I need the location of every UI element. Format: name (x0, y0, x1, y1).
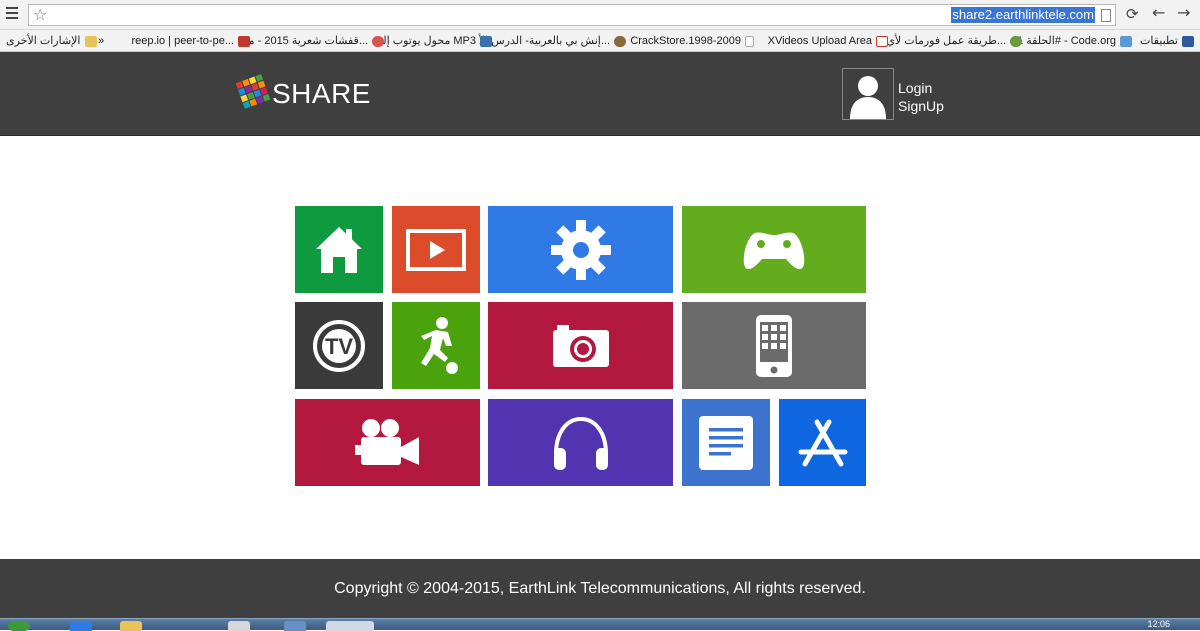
bookmark-icon (614, 35, 626, 47)
tile-documents[interactable] (682, 399, 770, 486)
soccer-player-icon (421, 316, 458, 374)
bookmark-apps[interactable]: تطبيقات (1140, 33, 1194, 49)
logo-text[interactable]: SHARE (272, 78, 371, 110)
bookmark-xvideos[interactable]: XVideos Upload Area (768, 33, 888, 49)
bookmark-label: الحلقة 1# - Code.org (1017, 35, 1116, 47)
bookmark-format[interactable]: طريقة عمل فورمات لأي ج... (876, 33, 1022, 49)
tile-settings[interactable] (488, 206, 673, 293)
forward-icon[interactable]: → (1177, 5, 1190, 21)
bookmark-label: تطبيقات (1140, 35, 1178, 47)
bookmarks-bar: تطبيقات الحلقة 1# - Code.org طريقة عمل ف… (0, 30, 1200, 52)
star-icon[interactable]: ☆ (33, 6, 47, 24)
tile-movies[interactable] (295, 399, 480, 486)
video-player-icon (406, 228, 466, 271)
bookmark-icon (1010, 35, 1022, 47)
bookmark-label: XVideos Upload Area (767, 35, 872, 47)
user-icon (850, 76, 886, 119)
address-bar[interactable]: ☆ share2.earthlinktele.com (28, 4, 1116, 26)
tile-app-store[interactable] (779, 399, 866, 486)
tile-tv[interactable]: TV (295, 302, 383, 389)
app-store-icon (798, 419, 847, 466)
browser-toolbar: ☆ share2.earthlinktele.com ⟳ ← → (0, 0, 1200, 30)
bookmark-crackstore[interactable]: CrackStore.1998-2009 (630, 33, 754, 49)
tv-icon: TV (313, 319, 365, 372)
bookmark-label: CrackStore.1998-2009 (630, 35, 741, 47)
tile-sports[interactable] (392, 302, 480, 389)
gear-icon (550, 219, 611, 280)
bookmark-label: محول يوتوب إلى MP3 (374, 35, 476, 47)
xv-icon (876, 35, 888, 47)
tile-music[interactable] (488, 399, 673, 486)
headphones-icon (553, 416, 608, 470)
gamepad-icon (743, 231, 805, 269)
tile-games[interactable] (682, 206, 866, 293)
reload-icon[interactable]: ⟳ (1126, 6, 1139, 22)
heart-icon (372, 35, 384, 47)
logo-icon[interactable] (235, 68, 271, 118)
menu-icon[interactable] (6, 7, 18, 21)
home-icon (316, 226, 362, 273)
document-icon (699, 415, 753, 470)
url-text[interactable]: share2.earthlinktele.com (951, 7, 1095, 23)
cube-icon (238, 35, 250, 47)
bookmark-youtube-mp3[interactable]: محول يوتوب إلى MP3 (374, 33, 492, 49)
tile-apple-apps[interactable] (682, 302, 866, 389)
tile-photos[interactable] (488, 302, 673, 389)
page-icon (1101, 9, 1111, 22)
bookmark-label: طريقة عمل فورمات لأي ج... (876, 35, 1006, 47)
bookmark-icon (1120, 35, 1132, 47)
bookmarks-overflow-button[interactable]: » (98, 33, 104, 49)
bookmark-english[interactable]: إنش بي بالعربية- الدرس الأ... (479, 33, 626, 49)
bookmark-poetry[interactable]: قفشات شعرية 2015 - من... (240, 33, 384, 49)
svg-text:TV: TV (325, 334, 353, 359)
folder-icon (84, 35, 97, 47)
bookmark-reep[interactable]: reep.io | peer-to-pe... (131, 33, 250, 49)
os-taskbar: 12:06 (0, 618, 1200, 631)
avatar[interactable] (842, 68, 894, 120)
camera-icon (552, 324, 609, 367)
login-link[interactable]: Login (898, 80, 932, 96)
site-header: SHARE Login SignUp (0, 52, 1200, 136)
page-icon (745, 35, 754, 47)
video-camera-icon (354, 418, 419, 465)
bookmark-label: الإشارات الأخرى (6, 35, 81, 47)
bookmark-label: إنش بي بالعربية- الدرس الأ... (478, 35, 610, 47)
signup-link[interactable]: SignUp (898, 98, 944, 114)
iphone-icon (756, 314, 792, 377)
copyright-text: Copyright © 2004-2015, EarthLink Telecom… (334, 580, 866, 597)
bookmark-label: قفشات شعرية 2015 - من... (240, 35, 368, 47)
back-icon[interactable]: ← (1152, 5, 1165, 21)
overflow-label: » (98, 35, 105, 47)
tile-video[interactable] (392, 206, 480, 293)
tile-home[interactable] (295, 206, 383, 293)
bookmark-other[interactable]: الإشارات الأخرى (6, 33, 97, 49)
taskbar-clock[interactable]: 12:06 (1147, 619, 1170, 629)
bookmark-code-org[interactable]: الحلقة 1# - Code.org (1017, 33, 1132, 49)
site-footer: Copyright © 2004-2015, EarthLink Telecom… (0, 559, 1200, 618)
bookmark-label: reep.io | peer-to-pe... (131, 35, 234, 47)
yt-icon (480, 35, 492, 47)
apps-icon (1182, 35, 1194, 47)
